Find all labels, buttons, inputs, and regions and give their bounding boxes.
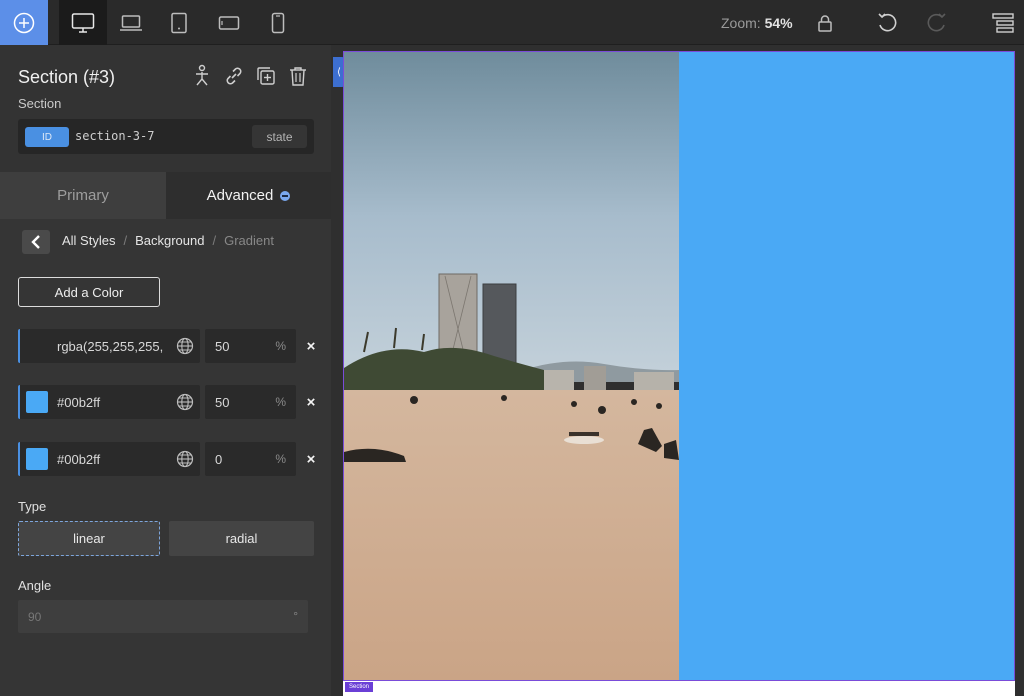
- add-element-button[interactable]: [0, 0, 48, 45]
- device-tablet-landscape-button[interactable]: [205, 0, 253, 45]
- percent-value: 0: [215, 452, 223, 467]
- color-value-field[interactable]: rgba(255,255,255,: [18, 329, 200, 363]
- link-button[interactable]: [222, 64, 246, 88]
- element-type-label: Section: [18, 96, 62, 111]
- color-stop-percent-field[interactable]: 0 %: [205, 442, 296, 476]
- color-swatch[interactable]: [26, 448, 48, 470]
- color-swatch[interactable]: [26, 391, 48, 413]
- device-phone-button[interactable]: [254, 0, 302, 45]
- tablet-landscape-icon: [218, 15, 240, 30]
- section-label-tag[interactable]: Section: [345, 682, 374, 692]
- tab-primary[interactable]: Primary: [0, 172, 166, 219]
- duplicate-icon: [257, 67, 275, 85]
- color-stop-row: rgba(255,255,255, 50 % ×: [18, 329, 318, 363]
- device-tablet-button[interactable]: [155, 0, 203, 45]
- add-color-button[interactable]: Add a Color: [18, 277, 160, 307]
- zoom-label: Zoom:: [721, 15, 761, 31]
- tab-advanced[interactable]: Advanced: [166, 172, 331, 219]
- color-value: rgba(255,255,255,: [57, 339, 164, 354]
- percent-unit: %: [275, 339, 286, 353]
- id-field: ID section-3-7 state: [18, 119, 314, 154]
- globe-icon[interactable]: [176, 337, 194, 355]
- monitor-icon: [71, 12, 95, 33]
- percent-value: 50: [215, 395, 230, 410]
- person-interaction-icon: [196, 64, 208, 86]
- trash-icon: [290, 67, 306, 86]
- id-badge[interactable]: ID: [25, 127, 69, 147]
- device-laptop-button[interactable]: [107, 0, 155, 45]
- type-radial-button[interactable]: radial: [169, 521, 314, 556]
- delete-button[interactable]: [286, 64, 310, 88]
- zoom-indicator: Zoom: 54%: [721, 15, 793, 31]
- percent-unit: %: [275, 395, 286, 409]
- color-stop-row: #00b2ff 0 % ×: [18, 442, 318, 476]
- element-actions: [190, 64, 310, 88]
- structure-panel-button[interactable]: [991, 11, 1015, 35]
- type-linear-button[interactable]: linear: [18, 521, 160, 556]
- remove-color-button[interactable]: ×: [303, 451, 319, 468]
- color-stop-row: #00b2ff 50 % ×: [18, 385, 318, 419]
- selected-section[interactable]: [343, 51, 1015, 681]
- phone-icon: [271, 12, 285, 33]
- link-icon: [226, 67, 242, 85]
- undo-button[interactable]: [875, 11, 899, 35]
- percent-unit: %: [275, 452, 286, 466]
- redo-icon: [927, 13, 946, 32]
- color-value-field[interactable]: #00b2ff: [18, 442, 200, 476]
- tab-advanced-label: Advanced: [206, 187, 274, 204]
- tab-primary-label: Primary: [57, 187, 109, 204]
- angle-input[interactable]: 90 °: [18, 600, 308, 633]
- breadcrumb-background[interactable]: Background: [135, 233, 204, 248]
- plus-circle-icon: [13, 12, 35, 33]
- breadcrumb: All Styles / Background / Gradient: [62, 233, 274, 248]
- interactions-button[interactable]: [190, 64, 214, 88]
- redo-button[interactable]: [925, 11, 949, 35]
- percent-value: 50: [215, 339, 230, 354]
- top-toolbar: Zoom: 54%: [0, 0, 1024, 45]
- undo-icon: [878, 13, 897, 32]
- color-value: #00b2ff: [57, 452, 101, 467]
- duplicate-button[interactable]: [254, 64, 278, 88]
- color-value-field[interactable]: #00b2ff: [18, 385, 200, 419]
- chevron-left-icon: [31, 235, 40, 249]
- canvas-bottom-strip: [343, 681, 1015, 696]
- device-desktop-button[interactable]: [59, 0, 107, 45]
- breadcrumb-separator: /: [123, 233, 128, 248]
- builder-canvas: ⟨ Section: [331, 45, 1024, 696]
- color-stop-percent-field[interactable]: 50 %: [205, 329, 296, 363]
- zoom-value: 54%: [764, 15, 793, 31]
- breadcrumb-gradient: Gradient: [224, 233, 274, 248]
- type-label: Type: [18, 499, 47, 514]
- beach-background-image: [344, 52, 679, 680]
- color-value: #00b2ff: [57, 395, 101, 410]
- list-tree-icon: [992, 13, 1014, 33]
- state-button[interactable]: state: [252, 125, 307, 148]
- lock-icon: [818, 15, 832, 32]
- back-button[interactable]: [22, 230, 50, 254]
- breadcrumb-all-styles[interactable]: All Styles: [62, 233, 115, 248]
- remove-color-button[interactable]: ×: [303, 338, 319, 355]
- laptop-icon: [120, 14, 142, 31]
- angle-label: Angle: [18, 578, 52, 593]
- id-value[interactable]: section-3-7: [75, 129, 154, 143]
- angle-unit: °: [293, 609, 298, 623]
- gradient-overlay: [679, 52, 1014, 680]
- lock-button[interactable]: [813, 11, 837, 35]
- panel-tabs: Primary Advanced: [0, 172, 331, 219]
- minus-badge-icon: [280, 190, 291, 201]
- angle-placeholder: 90: [28, 610, 42, 624]
- remove-color-button[interactable]: ×: [303, 394, 319, 411]
- globe-icon[interactable]: [176, 450, 194, 468]
- globe-icon[interactable]: [176, 393, 194, 411]
- tablet-icon: [171, 12, 187, 33]
- properties-panel: Section (#3) Section ID section-3-7 stat…: [0, 45, 331, 696]
- breadcrumb-separator: /: [212, 233, 217, 248]
- color-stop-percent-field[interactable]: 50 %: [205, 385, 296, 419]
- panel-header: Section (#3) Section ID section-3-7 stat…: [0, 45, 331, 172]
- element-title: Section (#3): [18, 67, 116, 87]
